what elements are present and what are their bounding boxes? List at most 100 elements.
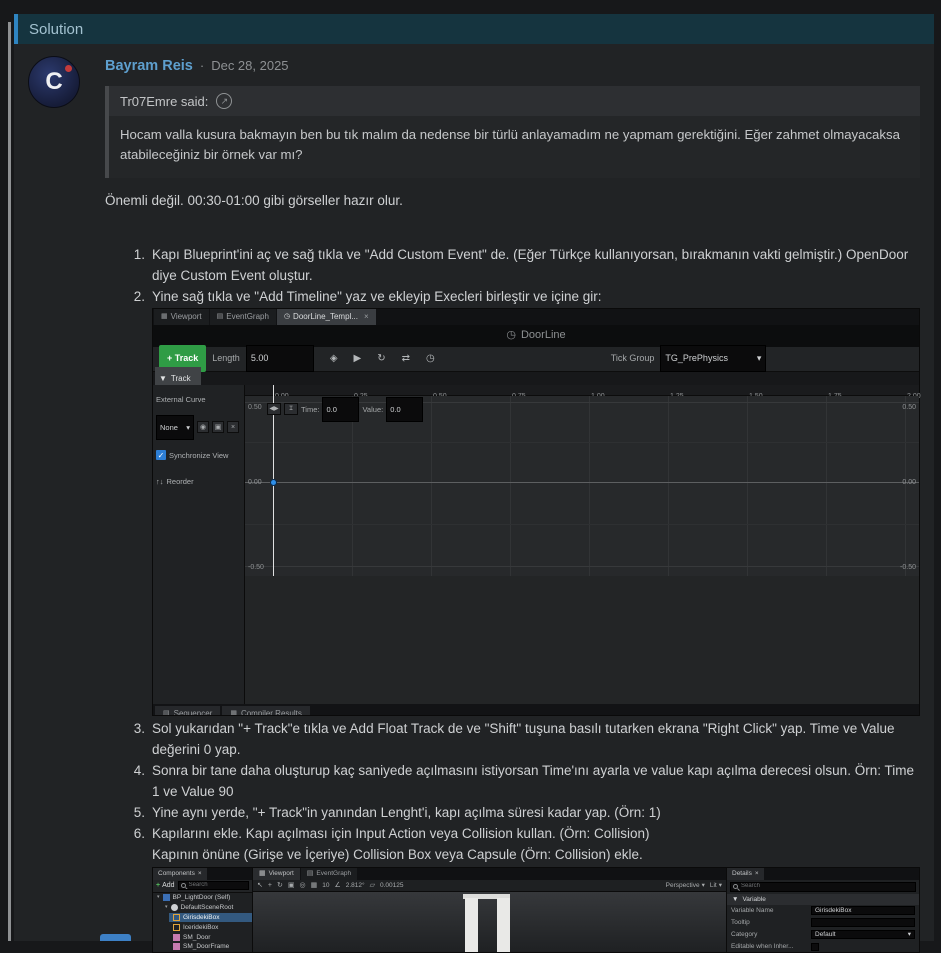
post-content: Bayram Reis · Dec 28, 2025 Tr07Emre said… bbox=[105, 56, 921, 953]
list-number: 4. bbox=[133, 762, 145, 778]
collision-box-icon bbox=[173, 923, 180, 931]
tab-eventgraph[interactable]: ▤ EventGraph bbox=[209, 308, 276, 325]
viewport-3d-view[interactable] bbox=[253, 891, 726, 952]
keyframe-point[interactable] bbox=[270, 478, 277, 486]
timeline-editor-screenshot[interactable]: ▦ Viewport ▤ EventGraph ◷ DoorLine_Templ… bbox=[152, 307, 921, 716]
length-input[interactable]: 5.00 bbox=[245, 345, 314, 373]
clock-icon: ◷ bbox=[506, 329, 516, 342]
grid-snap-value[interactable]: 10 bbox=[322, 880, 329, 891]
rotation-snap-value[interactable]: 2.812° bbox=[346, 880, 365, 891]
list-text: Yine aynı yerde, "+ Track"in yanından Le… bbox=[152, 804, 661, 820]
grid-line bbox=[431, 395, 432, 576]
tree-item-sm-doorframe[interactable]: SM_DoorFrame bbox=[169, 942, 252, 952]
curve-left-panel: External Curve None ▾ ◉ ▣ × ✓ Synchroniz… bbox=[153, 384, 245, 704]
curve-select[interactable]: None ▾ bbox=[156, 414, 194, 440]
synchronize-view-checkbox[interactable]: ✓ bbox=[156, 450, 166, 461]
editor-tab-strip: ▦ Viewport ▤ EventGraph ◷ DoorLine_Templ… bbox=[153, 308, 919, 325]
select-tool-icon[interactable]: ↖ bbox=[257, 880, 263, 891]
fit-horizontal-icon[interactable]: ◀▶ bbox=[267, 403, 281, 416]
category-dropdown[interactable]: Default ▾ bbox=[811, 930, 915, 940]
reorder-arrows-icon[interactable]: ↑↓ bbox=[156, 471, 164, 492]
list-item: 4. Sonra bir tane daha oluşturup kaç san… bbox=[105, 760, 920, 802]
tree-item-girisdekibox[interactable]: GirisdekiBox bbox=[169, 912, 252, 923]
move-tool-icon[interactable]: + bbox=[268, 880, 272, 891]
components-panel: Components × + Add Search ▾ BP_LightDoor… bbox=[153, 867, 253, 952]
grid-line bbox=[510, 395, 511, 576]
page-scroll-strip[interactable] bbox=[8, 22, 11, 941]
tree-item-bp-lightdoor[interactable]: ▾ BP_LightDoor (Self) bbox=[153, 893, 252, 903]
quote-header[interactable]: Tr07Emre said: ↗ bbox=[109, 86, 920, 116]
tab-eventgraph[interactable]: ▤ EventGraph bbox=[300, 867, 358, 880]
post-container: C Bayram Reis · Dec 28, 2025 Tr07Emre sa… bbox=[14, 44, 934, 953]
list-number: 3. bbox=[133, 720, 145, 736]
list-item: 3. Sol yukarıdan "+ Track"e tıkla ve Add… bbox=[105, 718, 920, 760]
list-item: 5. Yine aynı yerde, "+ Track"in yanından… bbox=[105, 802, 920, 823]
cut-off-next-element[interactable] bbox=[100, 934, 131, 941]
curve-select-value: None bbox=[160, 422, 178, 432]
list-item: 2. Yine sağ tıkla ve "Add Timeline" yaz … bbox=[105, 286, 921, 718]
time-input[interactable]: 0.0 bbox=[322, 396, 360, 422]
avatar[interactable]: C bbox=[28, 56, 80, 108]
rotation-snap-icon[interactable]: ∠ bbox=[334, 880, 340, 891]
tree-label: SM_DoorFrame bbox=[183, 943, 230, 951]
use-last-keyframe-icon[interactable]: ◈ bbox=[330, 348, 338, 369]
loop-icon[interactable]: ↻ bbox=[377, 348, 385, 369]
chevron-down-icon: ▾ bbox=[701, 881, 705, 889]
tree-item-iceridekibox[interactable]: IceridekiBox bbox=[169, 922, 252, 932]
author-link[interactable]: Bayram Reis bbox=[105, 58, 193, 74]
world-local-icon[interactable]: ◎ bbox=[299, 880, 305, 891]
list-number: 6. bbox=[133, 825, 145, 841]
caret-down-icon[interactable]: ▾ bbox=[165, 903, 168, 913]
details-header: Details × bbox=[727, 867, 919, 880]
tick-group-dropdown[interactable]: TG_PrePhysics ▾ bbox=[660, 345, 767, 373]
tree-label: GirisdekiBox bbox=[183, 913, 220, 921]
rotate-tool-icon[interactable]: ↻ bbox=[277, 880, 283, 891]
tab-compiler-results[interactable]: ▦ Compiler Results bbox=[222, 705, 310, 715]
curve-grid[interactable]: 0.50 0.00 -0.50 0.50 0.00 -0.50 ◀▶ Ɪ Tim… bbox=[245, 384, 919, 576]
tab-viewport[interactable]: ▦ Viewport bbox=[253, 867, 300, 880]
value-input[interactable]: 0.0 bbox=[386, 396, 424, 422]
static-mesh-icon bbox=[173, 943, 180, 951]
quote-body: Hocam valla kusura bakmayın ben bu tık m… bbox=[120, 127, 900, 162]
door-frame-post bbox=[465, 897, 478, 952]
blueprint-editor-screenshot[interactable]: Components × + Add Search ▾ BP_LightDoor… bbox=[152, 866, 920, 953]
date-separator: · bbox=[199, 58, 205, 73]
bottom-tab-strip: ▤ Sequencer ▦ Compiler Results bbox=[153, 703, 919, 715]
lit-dropdown[interactable]: Lit ▾ bbox=[710, 880, 722, 891]
scale-tool-icon[interactable]: ▣ bbox=[288, 880, 295, 891]
perspective-dropdown[interactable]: Perspective ▾ bbox=[666, 880, 705, 891]
clear-asset-icon[interactable]: × bbox=[227, 421, 239, 434]
avatar-column: C bbox=[28, 56, 80, 941]
fit-vertical-icon[interactable]: Ɪ bbox=[284, 403, 298, 416]
scale-snap-value[interactable]: 0.00125 bbox=[380, 880, 404, 891]
grid-line bbox=[245, 441, 919, 443]
browse-asset-icon[interactable]: ▣ bbox=[212, 421, 224, 434]
ignore-time-dilation-icon[interactable]: ◷ bbox=[426, 348, 435, 369]
editable-when-inherited-checkbox[interactable] bbox=[811, 942, 819, 951]
list-item: 6. Kapılarını ekle. Kapı açılması için I… bbox=[105, 823, 920, 953]
viewport-tab-strip: ▦ Viewport ▤ EventGraph bbox=[253, 867, 726, 880]
avatar-logo-dot bbox=[65, 65, 72, 72]
tree-item-defaultsceneroot[interactable]: ▾ DefaultSceneRoot bbox=[161, 903, 252, 913]
replicated-icon[interactable]: ⇄ bbox=[402, 348, 410, 369]
components-search-input[interactable]: Search bbox=[177, 881, 249, 891]
variable-name-input[interactable]: GirisdekiBox bbox=[811, 906, 915, 916]
use-selected-asset-icon[interactable]: ◉ bbox=[197, 421, 209, 434]
tab-details[interactable]: Details × bbox=[727, 867, 764, 880]
list-text: Kapı Blueprint'ini aç ve sağ tıkla ve "A… bbox=[152, 246, 909, 283]
scale-snap-icon[interactable]: ▱ bbox=[370, 880, 375, 891]
expand-quote-icon[interactable]: ↗ bbox=[216, 93, 233, 109]
tab-sequencer[interactable]: ▤ Sequencer bbox=[155, 705, 221, 715]
tab-doorline-timeline[interactable]: ◷ DoorLine_Templ... × bbox=[276, 308, 376, 325]
reply-intro: Önemli değil. 00:30-01:00 gibi görseller… bbox=[105, 192, 403, 208]
time-ruler[interactable]: 0.00 0.25 0.50 0.75 1.00 1.25 1.50 1.75 … bbox=[245, 384, 921, 400]
list-number: 5. bbox=[133, 804, 145, 820]
curve-graph[interactable]: 0.00 0.25 0.50 0.75 1.00 1.25 1.50 1.75 … bbox=[245, 384, 921, 704]
tab-viewport[interactable]: ▦ Viewport bbox=[154, 308, 209, 325]
length-label: Length bbox=[212, 353, 240, 364]
grid-snap-icon[interactable]: ▦ bbox=[311, 880, 318, 891]
scene-root-icon bbox=[170, 904, 178, 912]
autoplay-icon[interactable]: ▶ bbox=[354, 348, 362, 369]
timeline-title-bar: ◷ DoorLine bbox=[153, 324, 919, 347]
caret-down-icon[interactable]: ▾ bbox=[157, 893, 160, 903]
